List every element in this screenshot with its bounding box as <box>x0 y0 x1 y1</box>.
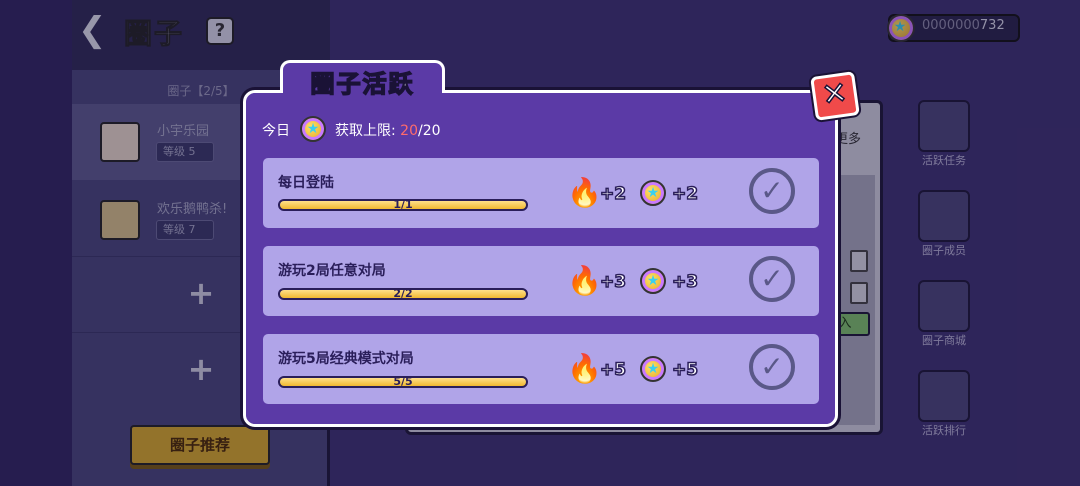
fire-icon: 🔥 <box>567 264 602 297</box>
progress-text: 5/5 <box>393 375 413 388</box>
task-name: 游玩5局经典模式对局 <box>278 351 414 367</box>
task-name: 游玩2局任意对局 <box>278 263 386 279</box>
coin-icon <box>640 356 666 382</box>
progress-text: 2/2 <box>393 287 413 300</box>
fire-reward: +5 <box>599 359 627 381</box>
task-name: 每日登陆 <box>278 175 334 191</box>
fire-icon: 🔥 <box>567 352 602 385</box>
task-progress-bar: 2/2 <box>278 287 528 300</box>
completed-check-icon: ✓ <box>749 256 795 302</box>
close-button[interactable]: ✕ <box>810 71 860 121</box>
fire-reward: +2 <box>599 183 627 205</box>
fire-reward: +3 <box>599 271 627 293</box>
task-card <box>263 334 819 404</box>
fire-icon: 🔥 <box>567 176 602 209</box>
coin-icon <box>300 116 326 142</box>
completed-check-icon: ✓ <box>749 344 795 390</box>
coin-icon <box>640 268 666 294</box>
task-progress-bar: 5/5 <box>278 375 528 388</box>
today-label: 今日 <box>262 123 290 139</box>
coin-icon <box>640 180 666 206</box>
task-progress-bar: 1/1 <box>278 198 528 211</box>
coin-reward: +3 <box>671 271 699 293</box>
completed-check-icon: ✓ <box>749 168 795 214</box>
coin-reward: +5 <box>671 359 699 381</box>
daily-limit: 获取上限: 20/20 <box>335 123 441 139</box>
task-card <box>263 246 819 316</box>
progress-text: 1/1 <box>393 198 413 211</box>
modal-title: 圈子活跃 <box>310 69 415 99</box>
coin-reward: +2 <box>671 183 699 205</box>
task-card <box>263 158 819 228</box>
